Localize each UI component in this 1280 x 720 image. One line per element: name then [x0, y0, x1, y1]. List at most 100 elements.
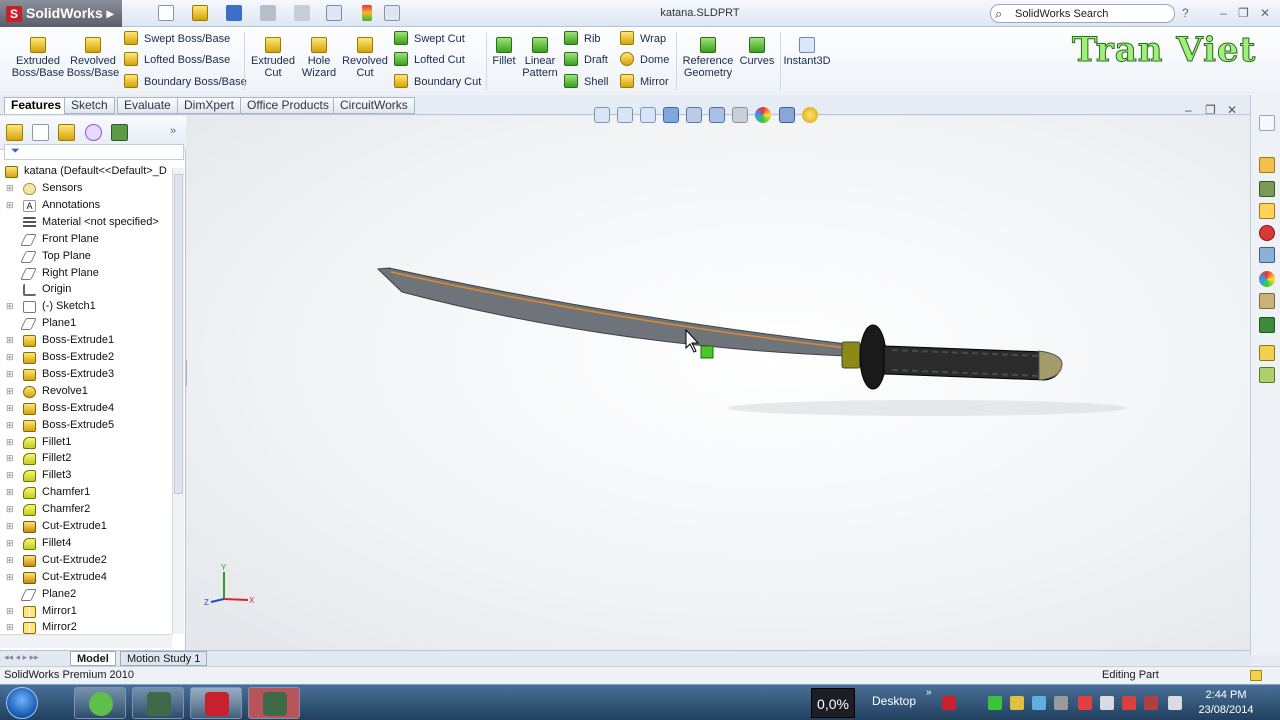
forum-icon[interactable] [1259, 367, 1275, 383]
tooltip-toggle-icon[interactable] [1250, 670, 1262, 681]
tree-item[interactable]: ⊞ Fillet3 [0, 467, 174, 484]
expand-icon[interactable]: ⊞ [6, 349, 14, 366]
graphics-area[interactable]: – ❐ ✕ Y X Z [187, 103, 1250, 650]
expand-icon[interactable]: ⊞ [6, 366, 14, 383]
tree-item[interactable]: ⊞ Sensors [0, 180, 174, 197]
tree-item[interactable]: ⊞ Fillet4 [0, 535, 174, 552]
katana-habaki[interactable] [841, 341, 861, 369]
tree-item[interactable]: ⊞ Revolve1 [0, 383, 174, 400]
expand-icon[interactable]: ⊞ [6, 180, 14, 197]
shell-button[interactable]: Shell [564, 74, 608, 92]
rebuild-icon[interactable] [362, 5, 372, 21]
swept-boss-button[interactable]: Swept Boss/Base [124, 31, 230, 49]
tray-tools-icon[interactable] [1010, 696, 1024, 710]
reference-geometry-button[interactable]: Reference Geometry [680, 37, 736, 79]
revolved-cut-button[interactable]: Revolved Cut [342, 37, 388, 79]
search-results-icon[interactable] [1259, 225, 1275, 241]
select-cursor-icon[interactable] [326, 5, 342, 21]
tree-item[interactable]: ⊞ Fillet2 [0, 450, 174, 467]
tree-horizontal-scrollbar[interactable] [0, 634, 172, 648]
tree-item[interactable]: ⊞ Chamfer1 [0, 484, 174, 501]
tree-scroll-thumb[interactable] [174, 174, 183, 494]
tab-dimxpert[interactable]: DimXpert [177, 97, 242, 114]
tree-item[interactable]: Right Plane [0, 265, 174, 282]
expand-icon[interactable]: ⊞ [6, 467, 14, 484]
tree-item[interactable]: ⊞ Boss-Extrude1 [0, 332, 174, 349]
new-document-icon[interactable] [158, 5, 174, 21]
expand-icon[interactable]: ⊞ [6, 552, 14, 569]
linear-pattern-button[interactable]: Linear Pattern [520, 37, 560, 79]
tab-circuitworks[interactable]: CircuitWorks [333, 97, 415, 114]
speaker-icon[interactable] [1100, 696, 1114, 710]
task-pane-item-icon[interactable] [1259, 115, 1275, 131]
tree-item[interactable]: Origin [0, 281, 174, 298]
tree-filter-input[interactable]: ⏷ [4, 144, 184, 160]
taskbar-app-capture[interactable] [248, 687, 300, 719]
selection-handle[interactable] [700, 345, 714, 359]
expand-icon[interactable]: ⊞ [6, 332, 14, 349]
expand-icon[interactable]: ⊞ [6, 197, 14, 214]
tree-item[interactable]: Plane1 [0, 315, 174, 332]
instant3d-button[interactable]: Instant3D [782, 37, 832, 67]
expand-icon[interactable]: ⊞ [6, 535, 14, 552]
tree-item[interactable]: ⊞ Boss-Extrude2 [0, 349, 174, 366]
expand-icon[interactable]: ⊞ [6, 569, 14, 586]
tree-item[interactable]: ⊞ Cut-Extrude4 [0, 569, 174, 586]
appearances-icon[interactable] [1259, 271, 1275, 287]
extruded-boss-button[interactable]: Extruded Boss/Base [10, 37, 66, 79]
undo-icon[interactable] [294, 5, 310, 21]
wrap-button[interactable]: Wrap [620, 31, 666, 49]
expand-panel-icon[interactable]: » [170, 125, 176, 137]
tree-item[interactable]: Plane2 [0, 586, 174, 603]
display-manager-icon[interactable] [111, 124, 128, 141]
tab-evaluate[interactable]: Evaluate [117, 97, 178, 114]
configuration-manager-icon[interactable] [58, 124, 75, 141]
solidworks-logo-menu[interactable]: S SolidWorks ▸ [0, 0, 122, 27]
taskbar-app-recorder[interactable] [132, 687, 184, 719]
tab-features[interactable]: Features [4, 97, 69, 114]
hole-wizard-button[interactable]: Hole Wizard [298, 37, 340, 79]
tree-item[interactable]: ⊞ Fillet1 [0, 434, 174, 451]
file-explorer-icon[interactable] [1259, 203, 1275, 219]
desktop-toolbar[interactable]: Desktop [872, 694, 916, 708]
open-folder-icon[interactable] [192, 5, 208, 21]
tree-item[interactable]: ⊞ A Annotations [0, 197, 174, 214]
expand-icon[interactable]: ⊞ [6, 484, 14, 501]
tab-model[interactable]: Model [70, 651, 116, 666]
expand-icon[interactable]: ⊞ [6, 400, 14, 417]
taskbar-app-solidworks[interactable] [190, 687, 242, 719]
search-input[interactable]: ⌕ SolidWorks Search [990, 4, 1175, 23]
curves-button[interactable]: Curves [738, 37, 776, 67]
dimxpert-manager-icon[interactable] [85, 124, 102, 141]
tree-item[interactable]: ⊞ Chamfer2 [0, 501, 174, 518]
katana-kashira[interactable] [1038, 350, 1063, 381]
taskbar-app-camtasia[interactable] [74, 687, 126, 719]
save-icon[interactable] [226, 5, 242, 21]
draft-button[interactable]: Draft [564, 52, 608, 70]
expand-icon[interactable]: ⊞ [6, 450, 14, 467]
rib-button[interactable]: Rib [564, 31, 601, 49]
viewport-restore-icon[interactable]: ❐ [1205, 103, 1216, 117]
tree-item[interactable]: ⊞ Boss-Extrude3 [0, 366, 174, 383]
revolved-boss-button[interactable]: Revolved Boss/Base [66, 37, 120, 79]
fillet-button[interactable]: Fillet [490, 37, 518, 67]
tray-solidworks-icon[interactable] [942, 696, 956, 710]
mirror-button[interactable]: Mirror [620, 74, 669, 92]
tree-item[interactable]: Top Plane [0, 248, 174, 265]
katana-tsuba[interactable] [859, 324, 887, 390]
tray-green-icon[interactable] [988, 696, 1002, 710]
property-manager-icon[interactable] [32, 124, 49, 141]
system-clock[interactable]: 2:44 PM 23/08/2014 [1196, 688, 1256, 718]
tab-sketch[interactable]: Sketch [64, 97, 115, 114]
boundary-boss-button[interactable]: Boundary Boss/Base [124, 74, 247, 92]
close-button[interactable]: ✕ [1260, 6, 1270, 20]
tray-battery-icon[interactable] [1144, 696, 1158, 710]
extruded-cut-button[interactable]: Extruded Cut [250, 37, 296, 79]
tray-display-icon[interactable] [1168, 696, 1182, 710]
boundary-cut-button[interactable]: Boundary Cut [394, 74, 481, 92]
tree-root[interactable]: katana (Default<<Default>_D [0, 163, 174, 180]
tray-network-icon[interactable] [1032, 696, 1046, 710]
swept-cut-button[interactable]: Swept Cut [394, 31, 465, 49]
tray-flag-icon[interactable] [1122, 696, 1136, 710]
expand-icon[interactable]: ⊞ [6, 383, 14, 400]
